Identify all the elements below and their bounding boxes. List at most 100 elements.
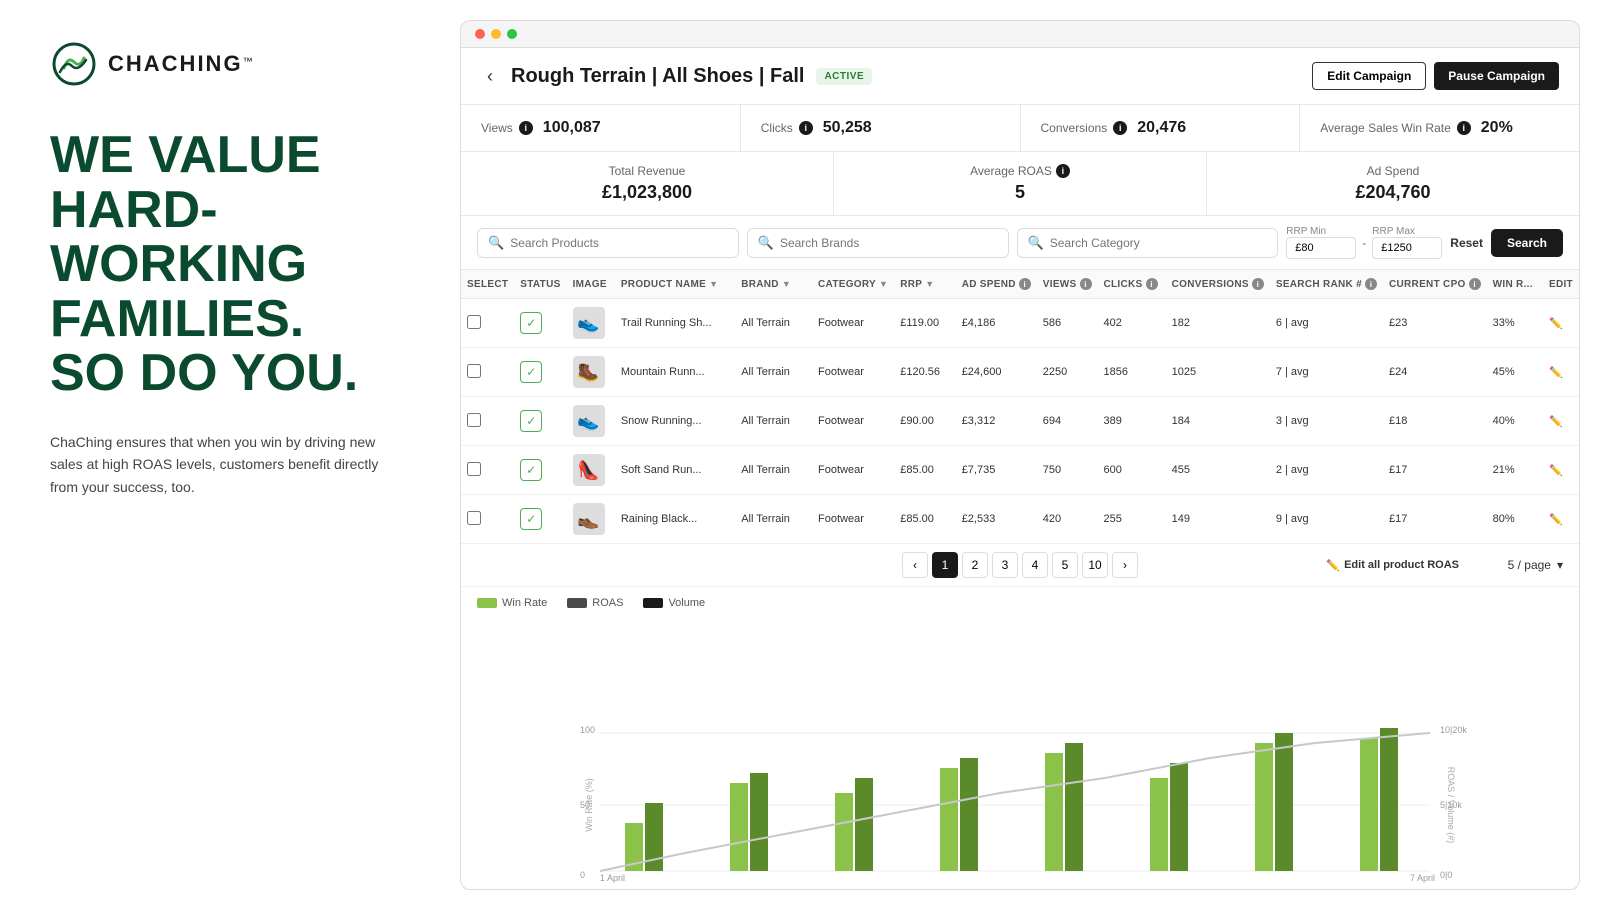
browser-dot-yellow[interactable] xyxy=(491,29,501,39)
browser-dot-red[interactable] xyxy=(475,29,485,39)
row-views: 420 xyxy=(1037,495,1098,544)
edit-row-icon[interactable]: ✏️ xyxy=(1549,318,1563,330)
per-page-selector[interactable]: 5 / page ▾ xyxy=(1508,558,1563,572)
prev-page-button[interactable]: ‹ xyxy=(902,552,928,578)
product-image: 👟 xyxy=(573,307,605,339)
row-edit[interactable]: ✏️ xyxy=(1543,446,1579,495)
back-button[interactable]: ‹ xyxy=(481,64,499,89)
per-page-chevron: ▾ xyxy=(1557,558,1563,572)
col-category[interactable]: CATEGORY ▼ xyxy=(812,270,894,299)
row-brand: All Terrain xyxy=(735,299,812,348)
row-conversions: 184 xyxy=(1166,397,1270,446)
row-select[interactable] xyxy=(461,397,514,446)
row-adspend: £24,600 xyxy=(956,348,1037,397)
status-check-icon: ✓ xyxy=(520,312,542,334)
chart-wrapper: 100 50 0 10|20k 5|10k 0|0 1 April 7 Apri… xyxy=(477,615,1563,883)
bar-7-volume xyxy=(1275,733,1293,871)
rrp-max-input[interactable] xyxy=(1372,237,1442,259)
row-views: 750 xyxy=(1037,446,1098,495)
col-brand[interactable]: BRAND ▼ xyxy=(735,270,812,299)
row-rank: 9 | avg xyxy=(1270,495,1383,544)
bar-8-volume xyxy=(1380,728,1398,871)
logo: CHACHING™ xyxy=(50,40,390,88)
row-cpo: £17 xyxy=(1383,495,1487,544)
legend-volume: Volume xyxy=(643,597,705,609)
search-brands-input[interactable] xyxy=(780,236,998,250)
row-select[interactable] xyxy=(461,348,514,397)
row-select[interactable] xyxy=(461,495,514,544)
status-check-icon: ✓ xyxy=(520,361,542,383)
edit-all-roas-button[interactable]: ✏️ Edit all product ROAS xyxy=(1326,559,1459,572)
search-products-field[interactable]: 🔍 xyxy=(477,228,739,258)
edit-row-icon[interactable]: ✏️ xyxy=(1549,416,1563,428)
views-value: 100,087 xyxy=(543,119,601,137)
page-2-button[interactable]: 2 xyxy=(962,552,988,578)
page-3-button[interactable]: 3 xyxy=(992,552,1018,578)
product-image: 🥾 xyxy=(573,356,605,388)
rrp-min-input[interactable] xyxy=(1286,237,1356,259)
roas-legend-color xyxy=(567,598,587,608)
row-status: ✓ xyxy=(514,348,566,397)
win-rate-value: 20% xyxy=(1481,119,1513,137)
page-5-button[interactable]: 5 xyxy=(1052,552,1078,578)
edit-row-icon[interactable]: ✏️ xyxy=(1549,514,1563,526)
reset-button[interactable]: Reset xyxy=(1450,236,1483,250)
row-adspend: £2,533 xyxy=(956,495,1037,544)
search-button[interactable]: Search xyxy=(1491,229,1563,257)
total-revenue-value: £1,023,800 xyxy=(481,182,813,203)
row-rrp: £120.56 xyxy=(894,348,955,397)
svg-text:1 April: 1 April xyxy=(600,873,625,883)
row-edit[interactable]: ✏️ xyxy=(1543,348,1579,397)
row-views: 694 xyxy=(1037,397,1098,446)
row-views: 2250 xyxy=(1037,348,1098,397)
per-page-label: 5 / page xyxy=(1508,558,1551,572)
edit-row-icon[interactable]: ✏️ xyxy=(1549,465,1563,477)
col-rrp[interactable]: RRP ▼ xyxy=(894,270,955,299)
next-page-button[interactable]: › xyxy=(1112,552,1138,578)
row-conversions: 182 xyxy=(1166,299,1270,348)
bar-5-winrate xyxy=(1045,753,1063,871)
metric-conversions: Conversions i 20,476 xyxy=(1021,105,1301,151)
col-win: WIN R... xyxy=(1487,270,1543,299)
row-win: 40% xyxy=(1487,397,1543,446)
trend-line xyxy=(600,733,1430,871)
col-edit: EDIT xyxy=(1543,270,1579,299)
svg-text:100: 100 xyxy=(580,725,595,735)
bar-7-winrate xyxy=(1255,743,1273,871)
row-clicks: 1856 xyxy=(1098,348,1166,397)
search-products-input[interactable] xyxy=(510,236,728,250)
metric-win-rate: Average Sales Win Rate i 20% xyxy=(1300,105,1579,151)
row-clicks: 402 xyxy=(1098,299,1166,348)
bar-2-volume xyxy=(750,773,768,871)
search-brands-field[interactable]: 🔍 xyxy=(747,228,1009,258)
row-edit[interactable]: ✏️ xyxy=(1543,495,1579,544)
col-select: SELECT xyxy=(461,270,514,299)
legend-roas: ROAS xyxy=(567,597,623,609)
volume-legend-color xyxy=(643,598,663,608)
edit-campaign-button[interactable]: Edit Campaign xyxy=(1312,62,1426,90)
row-rrp: £85.00 xyxy=(894,446,955,495)
svg-text:10|20k: 10|20k xyxy=(1440,725,1467,735)
page-1-button[interactable]: 1 xyxy=(932,552,958,578)
browser-dot-green[interactable] xyxy=(507,29,517,39)
row-select[interactable] xyxy=(461,446,514,495)
search-category-input[interactable] xyxy=(1050,236,1268,250)
metric-clicks: Clicks i 50,258 xyxy=(741,105,1021,151)
row-edit[interactable]: ✏️ xyxy=(1543,299,1579,348)
product-image: 👠 xyxy=(573,454,605,486)
row-product: Trail Running Sh... xyxy=(615,299,735,348)
row-edit[interactable]: ✏️ xyxy=(1543,397,1579,446)
table-row: ✓ 🥾 Mountain Runn... All Terrain Footwea… xyxy=(461,348,1579,397)
col-product[interactable]: PRODUCT NAME ▼ xyxy=(615,270,735,299)
row-status: ✓ xyxy=(514,397,566,446)
row-brand: All Terrain xyxy=(735,446,812,495)
edit-row-icon[interactable]: ✏️ xyxy=(1549,367,1563,379)
page-more-button[interactable]: 10 xyxy=(1082,552,1108,578)
page-4-button[interactable]: 4 xyxy=(1022,552,1048,578)
row-select[interactable] xyxy=(461,299,514,348)
metric-views: Views i 100,087 xyxy=(461,105,741,151)
search-category-field[interactable]: 🔍 xyxy=(1017,228,1279,258)
volume-legend-label: Volume xyxy=(668,597,705,609)
roas-legend-label: ROAS xyxy=(592,597,623,609)
pause-campaign-button[interactable]: Pause Campaign xyxy=(1434,62,1559,90)
